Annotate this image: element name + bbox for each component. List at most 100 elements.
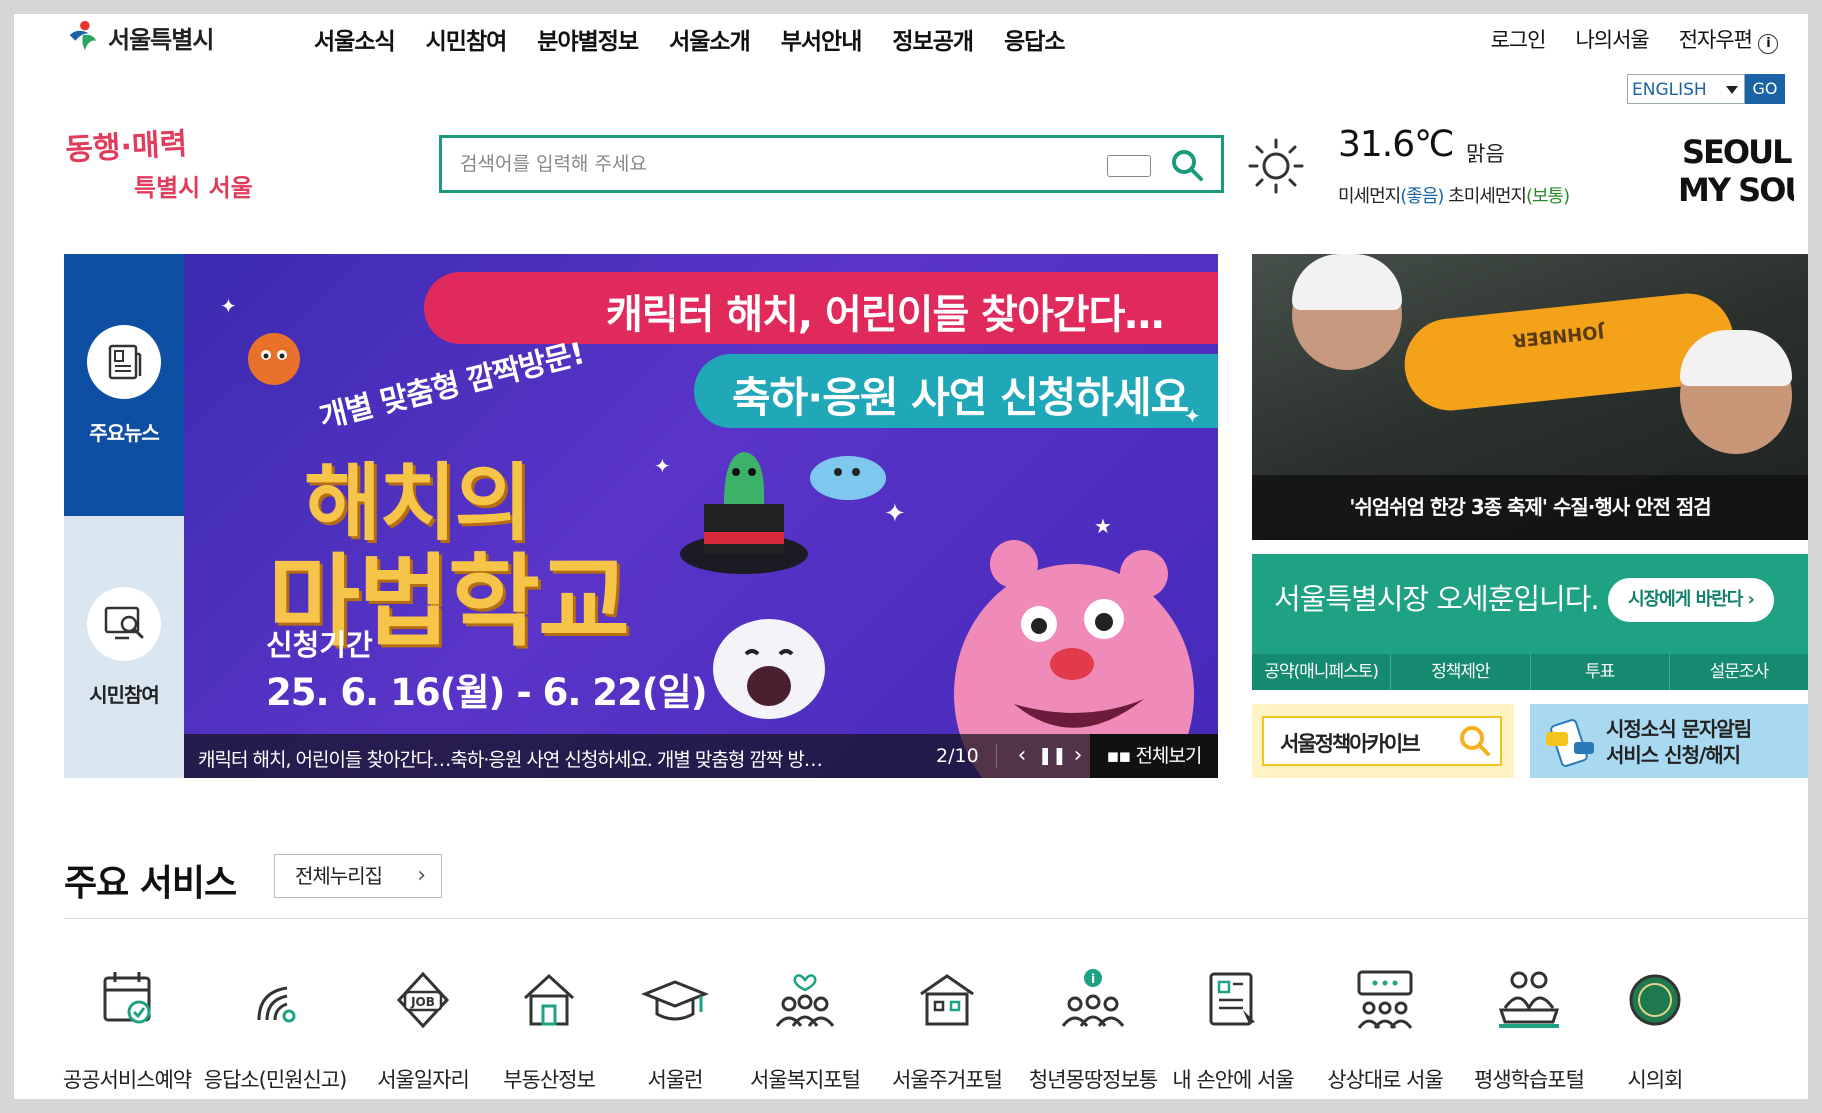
news-photo-card[interactable]: JOHNBER '쉬엄쉬엄 한강 3종 축제' 수질·행사 안전 점검 [1252,254,1808,540]
slogan-line2: 특별시 서울 [134,174,253,202]
mayor-link-survey[interactable]: 설문조사 [1670,654,1808,690]
my-seoul-link[interactable]: 나의서울 [1575,24,1649,54]
hero-tabs: 주요뉴스 시민참여 [64,254,224,778]
seoul-my-soul-logo[interactable]: SEOUL MY SOUL [1678,131,1794,205]
nav-info-disclosure[interactable]: 정보공개 [892,22,974,56]
sms-line2: 서비스 신청/해지 [1606,743,1741,767]
sms-line1: 시정소식 문자알림 [1606,717,1752,741]
pm25-label: 초미세먼지 [1448,186,1527,207]
mayor-link-manifesto[interactable]: 공약(매니페스토) [1252,654,1392,690]
page: 서울특별시 서울소식 시민참여 분야별정보 서울소개 부서안내 정보공개 응답소… [14,14,1808,1099]
news-icon [108,344,142,379]
tab-main-news[interactable]: 주요뉴스 [64,254,224,516]
services-title: 주요 서비스 [64,863,237,904]
mobile-news-icon [1209,972,1255,1026]
building-icon [920,974,974,1026]
pm25-status: (보통) [1525,186,1570,207]
youth-info-icon: i [1061,969,1125,1027]
search-icon[interactable] [1170,148,1204,182]
banner-subtitle: 개별 맞춤형 깜짝방문! [315,336,588,436]
ask-mayor-button[interactable]: 시장에게 바란다 › [1608,578,1774,622]
seoul-symbol-icon [69,20,97,51]
nav-participation[interactable]: 시민참여 [426,22,508,56]
view-all-button[interactable]: ▪▪ 전체보기 [1090,734,1218,778]
speech-people-icon [1357,970,1413,1029]
service-eungdapso[interactable]: 응답소(민원신고) [200,964,350,1094]
magic-hat-illustration [680,452,808,574]
pm10-status: (좋음) [1400,186,1444,207]
service-seoul-learn[interactable]: 서울런 [600,964,750,1094]
graduation-cap-icon [640,980,710,1021]
participation-icon [104,606,144,639]
job-icon: JOB [396,971,450,1029]
pause-icon[interactable]: ❚❚ [1038,742,1067,770]
service-youth-info[interactable]: i 청년몽땅정보통 [1018,964,1168,1094]
news-photo-caption: '쉬엄쉬엄 한강 3종 축제' 수질·행사 안전 점검 [1252,475,1808,540]
sun-icon [1248,138,1304,194]
mobile-message-icon [1546,719,1594,767]
email-label: 전자우편 [1678,28,1753,52]
policy-archive-banner[interactable]: 서울정책아카이브 [1252,704,1514,778]
email-link[interactable]: 전자우편 i [1679,24,1778,54]
nav-about-seoul[interactable]: 서울소개 [669,22,751,56]
seoul-logo[interactable]: 서울특별시 [64,18,214,56]
services-list: 공공서비스예약 응답소(민원신고) JOB 서울일자리 부동산정보 서울런 서울… [63,964,1808,1094]
nav-field-info[interactable]: 분야별정보 [537,22,639,56]
mayor-links: 공약(매니페스토) 정책제안 투표 설문조사 [1252,654,1808,690]
svg-text:i: i [1091,972,1095,986]
banner-caption[interactable]: 캐릭터 해치, 어린이들 찾아간다…축하·응원 사연 신청하세요. 개별 맞춤형… [198,745,898,772]
mayor-link-vote[interactable]: 투표 [1531,654,1670,690]
sms-alert-banner[interactable]: 시정소식 문자알림 서비스 신청/해지 [1530,704,1808,778]
sms-alert-text: 시정소식 문자알림 서비스 신청/해지 [1606,716,1752,768]
mayor-link-proposal[interactable]: 정책제안 [1391,654,1531,690]
search-input[interactable] [458,152,1062,176]
next-icon[interactable]: › [1066,742,1090,770]
language-select[interactable]: ENGLISH [1627,74,1745,104]
all-sites-label: 전체누리집 [295,864,383,888]
hero-banner[interactable]: 캐릭터 해치, 어린이들 찾아간다… 축하·응원 사연 신청하세요 개별 맞춤형… [184,254,1218,778]
nav-seoul-news[interactable]: 서울소식 [314,22,396,56]
service-city-council[interactable]: 시의회 [1580,964,1730,1094]
language-selector: ENGLISH GO [1627,74,1785,104]
service-label: 청년몽땅정보통 [1028,1068,1158,1092]
service-housing-portal[interactable]: 서울주거포털 [872,964,1022,1094]
tab-participation[interactable]: 시민참여 [64,516,184,778]
tab-main-news-label: 주요뉴스 [89,420,160,445]
sparkle-icon: ✦ [1184,404,1201,428]
archive-box: 서울정책아카이브 [1262,716,1502,766]
grid-icon: ▪▪ [1106,745,1136,767]
temperature: 31.6℃ [1338,124,1455,165]
mayor-box: 서울특별시장 오세훈입니다. 시장에게 바란다 › 공약(매니페스토) 정책제안… [1252,554,1808,690]
svg-text:JOB: JOB [410,995,435,1009]
service-public-reservation[interactable]: 공공서비스예약 [52,964,202,1094]
service-sangsang-seoul[interactable]: 상상대로 서울 [1310,964,1460,1094]
calendar-check-icon [103,972,151,1024]
slogan-logo[interactable]: 동행·매력 특별시 서울 [64,124,264,208]
service-label: 공공서비스예약 [62,1068,192,1092]
nav-eungdapso[interactable]: 응답소 [1004,22,1065,56]
swimmer-illustration [1292,254,1402,370]
divider [996,744,997,768]
divider [64,918,1808,919]
slogan-line1: 동행·매력 [65,127,188,168]
service-label: 서울런 [647,1068,704,1092]
signal-icon [257,986,296,1023]
prev-icon[interactable]: ‹ [1010,742,1034,770]
language-go-button[interactable]: GO [1745,74,1785,104]
nav-departments[interactable]: 부서안내 [781,22,863,56]
service-seoul-in-my-hand[interactable]: 내 손안에 서울 [1158,964,1308,1094]
search-icon [1460,726,1490,756]
brand-line1: SEOUL [1682,133,1792,171]
house-icon [523,973,575,1026]
banner-period: 25. 6. 16(월) - 6. 22(일) [266,671,708,714]
learning-people-icon [1498,971,1560,1028]
bunny-illustration [713,619,825,719]
keyboard-icon[interactable] [1107,155,1151,177]
banner-period-label: 신청기간 [266,628,373,662]
sparkle-icon: ✦ [220,294,237,318]
login-link[interactable]: 로그인 [1490,24,1546,54]
all-sites-button[interactable]: 전체누리집 › [274,854,442,898]
service-welfare-portal[interactable]: 서울복지포털 [730,964,880,1094]
utility-nav: 로그인 나의서울 전자우편 i [1460,24,1778,54]
service-label: 서울복지포털 [750,1068,861,1092]
